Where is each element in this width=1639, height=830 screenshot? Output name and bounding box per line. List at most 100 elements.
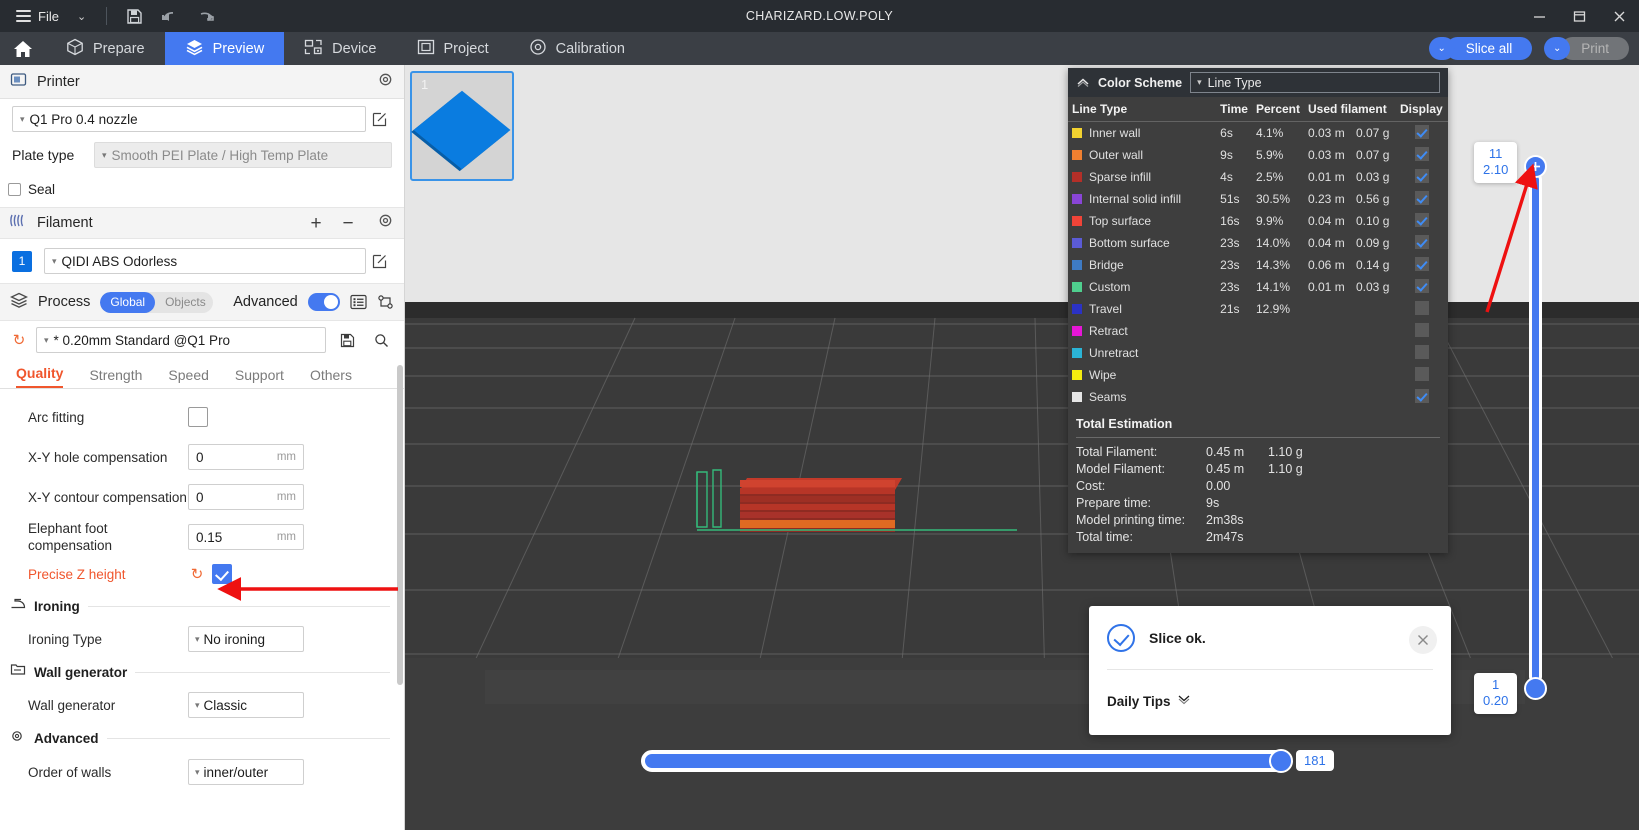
compare-icon[interactable] [377, 294, 394, 310]
layer-slider-lower-handle[interactable] [1524, 677, 1547, 700]
table-row[interactable]: Top surface 16s 9.9% 0.04 m 0.10 g [1068, 210, 1448, 232]
reload-icon[interactable]: ↻ [10, 331, 28, 349]
layer-slider-bottom-layer: 1 [1483, 677, 1508, 693]
xy-hole-compensation-input[interactable]: 0 mm [188, 444, 304, 470]
table-row[interactable]: Bottom surface 23s 14.0% 0.04 m 0.09 g [1068, 232, 1448, 254]
table-row[interactable]: Inner wall 6s 4.1% 0.03 m 0.07 g [1068, 122, 1448, 145]
home-icon[interactable] [0, 32, 46, 65]
row-display-checkbox[interactable] [1415, 169, 1429, 183]
advanced-toggle[interactable] [308, 293, 340, 311]
tab-quality[interactable]: Quality [16, 365, 63, 388]
move-slider[interactable]: 181 [641, 750, 1289, 772]
arc-fitting-checkbox[interactable] [188, 407, 208, 427]
table-row[interactable]: Outer wall 9s 5.9% 0.03 m 0.07 g [1068, 144, 1448, 166]
table-row[interactable]: Unretract [1068, 342, 1448, 364]
layer-slider-track[interactable] [1529, 173, 1542, 683]
printer-edit-icon[interactable] [366, 112, 392, 127]
remove-filament-button[interactable]: − [337, 214, 359, 233]
elephant-foot-compensation-input[interactable]: 0.15 mm [188, 524, 304, 550]
tab-support[interactable]: Support [235, 367, 284, 388]
printer-model-select[interactable]: ▾ Q1 Pro 0.4 nozzle [12, 106, 366, 132]
xy-contour-compensation-input[interactable]: 0 mm [188, 484, 304, 510]
tab-device[interactable]: Device [284, 32, 396, 65]
layer-slider[interactable]: 11 2.10 1 0.20 [1524, 155, 1548, 700]
table-row[interactable]: Bridge 23s 14.3% 0.06 m 0.14 g [1068, 254, 1448, 276]
row-display-checkbox[interactable] [1415, 191, 1429, 205]
group-ironing-name: Ironing [34, 599, 80, 614]
slice-dropdown-caret-icon[interactable]: ⌄ [1429, 37, 1455, 60]
printer-settings-gear-icon[interactable] [377, 71, 394, 93]
filament-edit-icon[interactable] [366, 254, 392, 269]
precise-z-height-reset-icon[interactable]: ↻ [188, 565, 206, 583]
precise-z-height-checkbox[interactable] [212, 564, 232, 584]
table-row[interactable]: Retract [1068, 320, 1448, 342]
row-display-checkbox[interactable] [1415, 147, 1429, 161]
row-display-checkbox[interactable] [1415, 389, 1429, 403]
table-row[interactable]: Travel 21s 12.9% [1068, 298, 1448, 320]
process-section-header: Process Global Objects Advanced [0, 283, 404, 321]
table-row[interactable]: Wipe [1068, 364, 1448, 386]
list-icon[interactable] [350, 294, 367, 310]
process-search-icon[interactable] [368, 333, 394, 348]
file-menu-caret-icon[interactable]: ⌄ [67, 10, 96, 23]
row-display-checkbox[interactable] [1415, 257, 1429, 271]
plate-type-select[interactable]: ▾ Smooth PEI Plate / High Temp Plate [94, 142, 392, 168]
seal-row[interactable]: Seal [0, 171, 404, 207]
minimize-button[interactable] [1519, 0, 1559, 32]
ironing-type-select[interactable]: ▾ No ironing [188, 626, 304, 652]
process-preset-select[interactable]: ▾ * 0.20mm Standard @Q1 Pro [36, 327, 326, 353]
redo-icon[interactable] [189, 3, 223, 29]
table-row[interactable]: Internal solid infill 51s 30.5% 0.23 m 0… [1068, 188, 1448, 210]
close-button[interactable] [1599, 0, 1639, 32]
color-scheme-mode-select[interactable]: ▾ Line Type [1190, 72, 1440, 93]
row-display-checkbox[interactable] [1415, 125, 1429, 139]
chevron-down-icon[interactable] [1177, 692, 1191, 710]
xy-hole-compensation-value: 0 [196, 450, 204, 465]
scope-objects-option[interactable]: Objects [155, 292, 213, 313]
tab-calibration[interactable]: Calibration [509, 32, 645, 65]
process-save-icon[interactable] [334, 333, 360, 348]
row-display-checkbox[interactable] [1415, 367, 1429, 381]
filament-select[interactable]: ▾ QIDI ABS Odorless [44, 248, 366, 274]
tab-speed[interactable]: Speed [168, 367, 208, 388]
move-slider-track[interactable] [641, 750, 1289, 772]
table-row[interactable]: Sparse infill 4s 2.5% 0.01 m 0.03 g [1068, 166, 1448, 188]
print-button[interactable]: Print [1561, 37, 1629, 60]
tab-prepare[interactable]: Prepare [46, 32, 165, 65]
table-row[interactable]: Seams [1068, 386, 1448, 408]
print-dropdown-caret-icon[interactable]: ⌄ [1544, 37, 1570, 60]
tab-strength[interactable]: Strength [89, 367, 142, 388]
maximize-button[interactable] [1559, 0, 1599, 32]
filament-settings-gear-icon[interactable] [377, 212, 394, 234]
left-panel-scrollbar[interactable] [397, 365, 403, 685]
chevron-up-icon[interactable] [1076, 76, 1090, 90]
hamburger-icon [16, 10, 31, 22]
undo-icon[interactable] [153, 3, 187, 29]
layer-slider-add-button[interactable] [1524, 155, 1547, 178]
tab-others[interactable]: Others [310, 367, 352, 388]
3d-viewport[interactable]: 1 245X [405, 65, 1639, 830]
move-slider-handle[interactable] [1269, 749, 1293, 773]
file-menu-button[interactable]: File [10, 3, 65, 29]
tab-preview[interactable]: Preview [165, 32, 285, 65]
close-icon[interactable] [1409, 626, 1437, 654]
add-filament-button[interactable]: + [305, 214, 327, 233]
process-scope-segmented[interactable]: Global Objects [100, 292, 213, 313]
wall-generator-select[interactable]: ▾ Classic [188, 692, 304, 718]
daily-tips-row[interactable]: Daily Tips [1089, 670, 1451, 710]
table-row[interactable]: Custom 23s 14.1% 0.01 m 0.03 g [1068, 276, 1448, 298]
seal-checkbox[interactable] [8, 183, 21, 196]
row-display-checkbox[interactable] [1415, 279, 1429, 293]
filament-index-badge[interactable]: 1 [12, 251, 32, 272]
slice-all-button[interactable]: Slice all [1446, 37, 1533, 60]
save-icon[interactable] [117, 3, 151, 29]
plate-thumbnail[interactable]: 1 [410, 71, 514, 181]
row-display-checkbox[interactable] [1415, 213, 1429, 227]
tab-project[interactable]: Project [397, 32, 509, 65]
order-of-walls-select[interactable]: ▾ inner/outer [188, 759, 304, 785]
row-display-checkbox[interactable] [1415, 323, 1429, 337]
scope-global-option[interactable]: Global [100, 292, 155, 313]
row-display-checkbox[interactable] [1415, 345, 1429, 359]
row-display-checkbox[interactable] [1415, 235, 1429, 249]
row-display-checkbox[interactable] [1415, 301, 1429, 315]
